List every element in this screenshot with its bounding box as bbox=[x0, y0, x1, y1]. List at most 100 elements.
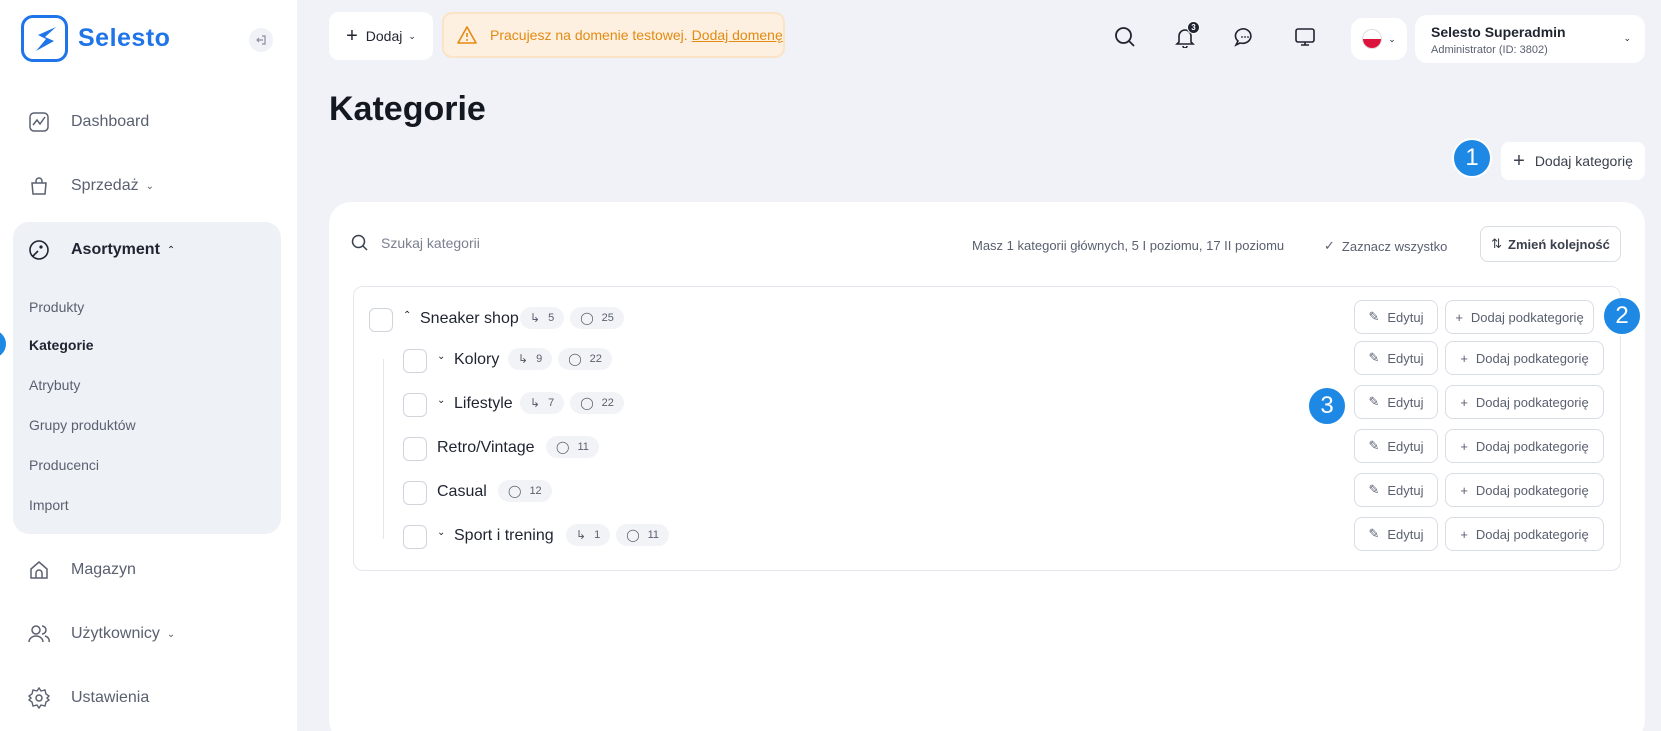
reorder-button[interactable]: ⇅ Zmień kolejność bbox=[1480, 226, 1621, 262]
plus-icon: + bbox=[1460, 394, 1468, 410]
table-row: ⌄ Sport i trening ↳ 1 ◯ 11 ✎ Edytuj + Dodaj … bbox=[354, 517, 1620, 555]
language-selector[interactable]: ⌄ bbox=[1351, 18, 1407, 60]
table-row: Retro/Vintage ◯ 11 ✎ Edytuj + Dodaj podkate… bbox=[354, 429, 1620, 467]
logo-text: Selesto bbox=[78, 24, 171, 52]
search-button[interactable] bbox=[1112, 24, 1138, 50]
tag-icon: ◯ bbox=[508, 484, 522, 498]
add-subcategory-label: Dodaj podkategorię bbox=[1475, 526, 1589, 542]
product-count: 12 bbox=[529, 485, 542, 497]
check-icon: ✓ bbox=[1324, 238, 1335, 253]
chart-line-icon bbox=[28, 111, 50, 133]
user-menu[interactable]: Selesto Superadmin Administrator (ID: 38… bbox=[1415, 15, 1645, 63]
warning-text: Pracujesz na domenie testowej. bbox=[490, 27, 688, 43]
chevron-down-icon[interactable]: ⌄ bbox=[437, 351, 445, 362]
add-subcategory-label: Dodaj podkategorię bbox=[1475, 394, 1589, 410]
edit-button[interactable]: ✎ Edytuj bbox=[1354, 517, 1438, 551]
sidebar-subitem-import[interactable]: Import bbox=[29, 497, 69, 513]
add-subcategory-button[interactable]: + Dodaj podkategorię bbox=[1445, 517, 1604, 551]
sidebar-item-sprzedaz[interactable]: Sprzedaż ⌄ bbox=[28, 171, 154, 201]
chat-button[interactable] bbox=[1232, 24, 1258, 50]
table-row: Casual ◯ 12 ✎ Edytuj + Dodaj podkategorię bbox=[354, 473, 1620, 511]
user-role: Administrator (ID: 3802) bbox=[1431, 44, 1548, 56]
sidebar-item-label: Magazyn bbox=[71, 561, 136, 578]
add-subcategory-button[interactable]: + Dodaj podkategorię bbox=[1445, 300, 1594, 334]
table-row: ⌃ Sneaker shop ↳ 5 ◯ 25 ✎ Edytuj + Dodaj pod… bbox=[354, 300, 1620, 338]
step-marker-1: 1 bbox=[1452, 138, 1492, 178]
sidebar-subitem-atrybuty[interactable]: Atrybuty bbox=[29, 377, 80, 393]
page-title: Kategorie bbox=[329, 90, 486, 128]
warning-icon bbox=[457, 26, 477, 44]
sidebar-item-uzytkownicy[interactable]: Użytkownicy ⌄ bbox=[28, 619, 175, 649]
row-checkbox[interactable] bbox=[403, 393, 427, 417]
edit-label: Edytuj bbox=[1387, 526, 1424, 542]
sidebar-item-magazyn[interactable]: Magazyn bbox=[28, 555, 136, 585]
collapse-sidebar-button[interactable] bbox=[249, 28, 273, 52]
plus-icon: + bbox=[1460, 350, 1468, 366]
sidebar-item-asortyment[interactable]: Asortyment ⌃ bbox=[28, 235, 175, 265]
sidebar-subitem-produkty[interactable]: Produkty bbox=[29, 299, 84, 315]
add-category-button[interactable]: + Dodaj kategorię bbox=[1501, 142, 1645, 180]
chevron-down-icon[interactable]: ⌄ bbox=[437, 527, 445, 538]
quick-add-button[interactable]: + Dodaj ⌄ bbox=[329, 12, 433, 60]
logo[interactable]: Selesto bbox=[21, 15, 170, 62]
search-icon bbox=[1115, 27, 1135, 47]
row-checkbox[interactable] bbox=[403, 525, 427, 549]
sidebar-item-dashboard[interactable]: Dashboard bbox=[28, 107, 149, 137]
add-subcategory-button[interactable]: + Dodaj podkategorię bbox=[1445, 385, 1604, 419]
edit-button[interactable]: ✎ Edytuj bbox=[1354, 385, 1438, 419]
notifications-button[interactable]: 3 bbox=[1172, 21, 1200, 50]
category-chips: ↳ 7 ◯ 22 bbox=[520, 392, 630, 414]
plus-icon: + bbox=[1455, 309, 1463, 325]
sidebar-subitem-grupy-produktow[interactable]: Grupy produktów bbox=[29, 417, 136, 433]
row-checkbox[interactable] bbox=[403, 481, 427, 505]
sidebar-subitem-kategorie[interactable]: Kategorie bbox=[29, 337, 94, 353]
row-checkbox[interactable] bbox=[403, 349, 427, 373]
category-name: Retro/Vintage bbox=[437, 439, 535, 456]
subcategory-count-chip: ↳ 7 bbox=[520, 392, 565, 414]
sidebar-item-label: Dashboard bbox=[71, 113, 150, 130]
users-icon bbox=[28, 623, 50, 645]
add-subcategory-label: Dodaj podkategorię bbox=[1475, 350, 1589, 366]
chevron-down-icon: ⌄ bbox=[166, 628, 176, 640]
row-checkbox[interactable] bbox=[369, 308, 393, 332]
step-marker-2: 2 bbox=[1602, 296, 1642, 336]
tag-icon: ◯ bbox=[568, 352, 582, 366]
chevron-down-icon: ⌄ bbox=[145, 180, 154, 192]
product-count-chip: ◯ 12 bbox=[498, 480, 552, 502]
sidebar-item-ustawienia[interactable]: Ustawienia bbox=[28, 683, 149, 713]
add-domain-link[interactable]: Dodaj domenę bbox=[692, 27, 783, 43]
pencil-icon: ✎ bbox=[1368, 438, 1380, 453]
add-subcategory-button[interactable]: + Dodaj podkategorię bbox=[1445, 429, 1604, 463]
chevron-up-icon[interactable]: ⌃ bbox=[403, 310, 411, 321]
reorder-label: Zmień kolejność bbox=[1508, 236, 1610, 252]
pencil-icon: ✎ bbox=[1368, 526, 1380, 541]
search-box bbox=[351, 234, 621, 252]
subcategory-count: 7 bbox=[548, 397, 555, 409]
add-subcategory-button[interactable]: + Dodaj podkategorię bbox=[1445, 473, 1604, 507]
row-checkbox[interactable] bbox=[403, 437, 427, 461]
edit-button[interactable]: ✎ Edytuj bbox=[1354, 300, 1438, 334]
search-input[interactable] bbox=[381, 235, 621, 251]
select-all-button[interactable]: ✓ Zaznacz wszystko bbox=[1324, 238, 1447, 254]
add-subcategory-button[interactable]: + Dodaj podkategorię bbox=[1445, 341, 1604, 375]
product-count: 22 bbox=[589, 353, 602, 365]
shopping-bag-icon bbox=[28, 175, 50, 197]
pencil-icon: ✎ bbox=[1368, 394, 1380, 409]
edit-button[interactable]: ✎ Edytuj bbox=[1354, 429, 1438, 463]
user-name: Selesto Superadmin bbox=[1431, 24, 1566, 40]
add-subcategory-label: Dodaj podkategorię bbox=[1475, 438, 1589, 454]
edit-label: Edytuj bbox=[1387, 438, 1424, 454]
chevron-down-icon[interactable]: ⌄ bbox=[437, 395, 445, 406]
display-button[interactable] bbox=[1292, 24, 1318, 50]
subcategory-count-chip: ↳ 9 bbox=[508, 348, 553, 370]
sidebar-subitem-producenci[interactable]: Producenci bbox=[29, 457, 99, 473]
edit-button[interactable]: ✎ Edytuj bbox=[1354, 473, 1438, 507]
edit-button[interactable]: ✎ Edytuj bbox=[1354, 341, 1438, 375]
product-count-chip: ◯ 22 bbox=[558, 348, 612, 370]
sidebar-item-label: Ustawienia bbox=[71, 689, 150, 706]
category-name: Kolory bbox=[454, 351, 500, 368]
plus-icon: + bbox=[346, 24, 358, 47]
product-count: 22 bbox=[601, 397, 614, 409]
plus-icon: + bbox=[1460, 482, 1468, 498]
warehouse-icon bbox=[28, 559, 50, 581]
